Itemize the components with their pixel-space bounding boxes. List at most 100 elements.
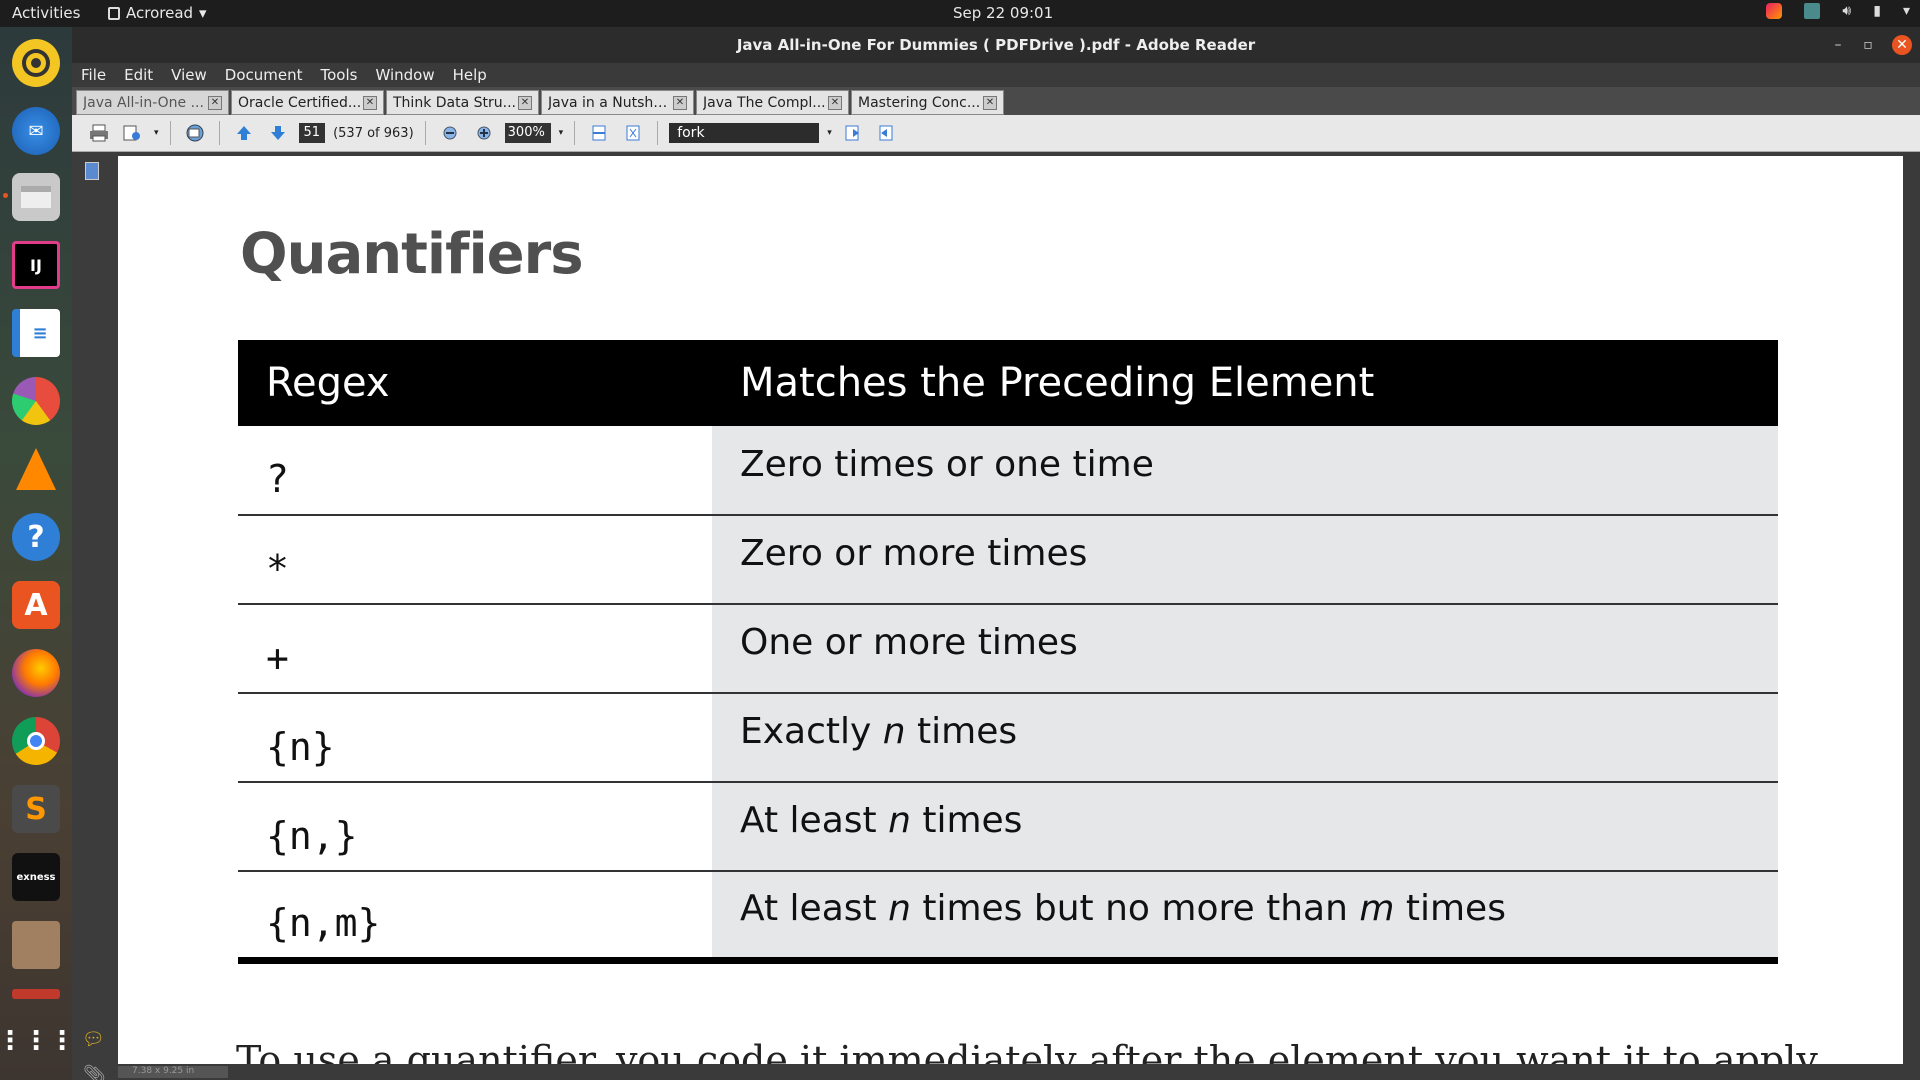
close-tab-icon[interactable]: ✕ (828, 95, 842, 110)
menu-file[interactable]: File (81, 66, 106, 84)
menu-edit[interactable]: Edit (124, 66, 153, 84)
description-cell: One or more times (712, 603, 1778, 693)
menu-window[interactable]: Window (375, 66, 434, 84)
find-previous-icon[interactable] (840, 120, 866, 146)
tab-document[interactable]: Java in a Nutshe... ✕ (541, 90, 694, 115)
find-input[interactable]: fork (669, 123, 820, 143)
dock: ✉ IJ ≡ ? A S exness ⋮⋮⋮ (0, 27, 75, 1080)
print-icon[interactable] (86, 120, 112, 146)
intellij-icon[interactable]: IJ (12, 241, 60, 289)
toolbar-separator (169, 121, 171, 145)
tab-document[interactable]: Java The Compl... ✕ (696, 90, 849, 115)
red-app-icon[interactable] (12, 989, 60, 999)
color-picker-icon[interactable] (1766, 3, 1783, 19)
attachments-icon[interactable]: 📎︎ (83, 1064, 106, 1080)
title-bar: Java All-in-One For Dummies ( PDFDrive )… (72, 27, 1920, 63)
toolbar: ▾ 51 (537 of 963) 300% ▾ fork ▾ (72, 115, 1920, 152)
fit-page-icon[interactable] (620, 120, 646, 146)
table-row: {n,m} At least n times but no more than … (238, 870, 1778, 960)
system-tray: 🔊︎ ▮ ▾ (1766, 3, 1910, 19)
find-next-icon[interactable] (874, 120, 900, 146)
collaborate-icon[interactable] (182, 120, 208, 146)
app-menu[interactable]: Acroread ▾ (108, 4, 207, 22)
tab-label: Mastering Conc... (858, 94, 981, 111)
tab-document[interactable]: Java All-in-One ... ✕ (76, 90, 229, 115)
pages-panel-icon[interactable] (85, 162, 99, 180)
screen-icon[interactable] (1804, 3, 1821, 19)
close-tab-icon[interactable]: ✕ (983, 95, 997, 110)
document-tabs: Java All-in-One ... ✕ Oracle Certified...… (72, 87, 1920, 115)
minimize-icon[interactable]: – (1828, 35, 1848, 55)
menu-view[interactable]: View (171, 66, 207, 84)
fit-width-icon[interactable] (586, 120, 612, 146)
files-icon[interactable] (12, 173, 60, 221)
table-row: * Zero or more times (238, 514, 1778, 604)
volume-icon[interactable]: 🔊︎ (1842, 3, 1851, 19)
save-copy-icon[interactable] (120, 120, 146, 146)
vertical-scrollbar[interactable] (1903, 152, 1920, 1080)
system-menu-chevron-icon[interactable]: ▾ (1903, 3, 1910, 19)
comments-panel-icon[interactable]: 💬︎ (82, 1029, 105, 1050)
sublime-text-icon[interactable]: S (12, 785, 60, 833)
software-center-icon[interactable]: A (12, 581, 60, 629)
clock[interactable]: Sep 22 09:01 (953, 4, 1053, 22)
desc-text: At least (740, 887, 889, 929)
chevron-down-icon[interactable]: ▾ (154, 128, 159, 138)
close-tab-icon[interactable]: ✕ (673, 95, 687, 110)
desc-text: Exactly (740, 711, 883, 752)
zoom-dropdown-icon[interactable]: ▾ (559, 128, 564, 138)
table-row: {n} Exactly n times (238, 692, 1778, 782)
menu-document[interactable]: Document (225, 66, 303, 84)
desc-variable: n (888, 800, 911, 841)
vlc-icon[interactable] (12, 445, 60, 493)
close-icon[interactable]: ✕ (1892, 35, 1912, 55)
regex-cell: ? (238, 426, 712, 515)
firefox-icon[interactable] (12, 649, 60, 697)
page-count: (537 of 963) (333, 125, 414, 141)
show-apps-icon[interactable]: ⋮⋮⋮ (0, 1017, 75, 1065)
thunderbird-icon[interactable]: ✉ (12, 107, 60, 155)
libreoffice-writer-icon[interactable]: ≡ (12, 309, 60, 357)
chrome-icon[interactable] (12, 717, 60, 765)
battery-icon[interactable]: ▮ (1873, 3, 1881, 19)
menu-help[interactable]: Help (453, 66, 487, 84)
help-icon[interactable]: ? (12, 513, 60, 561)
close-tab-icon[interactable]: ✕ (363, 95, 377, 110)
menu-tools[interactable]: Tools (321, 66, 358, 84)
table-row: + One or more times (238, 603, 1778, 693)
regex-cell: * (238, 514, 712, 604)
exness-icon[interactable]: exness (12, 853, 60, 901)
page-number-input[interactable]: 51 (298, 123, 326, 143)
document-view[interactable]: Quantifiers Regex Matches the Preceding … (118, 156, 1903, 1064)
close-tab-icon[interactable]: ✕ (518, 95, 532, 110)
table-row: ? Zero times or one time (238, 426, 1778, 515)
toolbar-separator (218, 121, 220, 145)
tab-document[interactable]: Mastering Conc... ✕ (851, 90, 1004, 115)
description-cell: Zero or more times (712, 514, 1778, 604)
regex-cell: {n} (238, 692, 712, 782)
desc-variable: m (1359, 887, 1395, 929)
pie-chart-app-icon[interactable] (12, 377, 60, 425)
zoom-in-icon[interactable] (471, 120, 497, 146)
tab-document[interactable]: Oracle Certified... ✕ (231, 90, 384, 115)
desc-text: times but no more than (910, 887, 1360, 929)
tab-label: Oracle Certified... (238, 94, 362, 111)
close-tab-icon[interactable]: ✕ (208, 95, 222, 110)
book-app-icon[interactable] (12, 921, 60, 969)
zoom-out-icon[interactable] (437, 120, 463, 146)
find-dropdown-icon[interactable]: ▾ (827, 128, 832, 138)
tab-document[interactable]: Think Data Stru... ✕ (386, 90, 539, 115)
rhythmbox-icon[interactable] (12, 39, 60, 87)
next-page-icon[interactable] (265, 120, 291, 146)
page-heading: Quantifiers (240, 222, 584, 287)
regex-cell: + (238, 603, 712, 693)
previous-page-icon[interactable] (231, 120, 257, 146)
menu-bar: File Edit View Document Tools Window Hel… (72, 63, 1920, 87)
regex-cell: {n,} (238, 781, 712, 871)
activities-button[interactable]: Activities (12, 4, 80, 22)
regex-cell: {n,m} (238, 870, 712, 960)
horizontal-scrollbar[interactable]: 7.38 x 9.25 in (118, 1064, 1903, 1080)
maximize-icon[interactable]: ▫ (1858, 35, 1878, 55)
quantifier-table: Regex Matches the Preceding Element ? Ze… (238, 340, 1778, 964)
zoom-level-field[interactable]: 300% (504, 123, 551, 143)
